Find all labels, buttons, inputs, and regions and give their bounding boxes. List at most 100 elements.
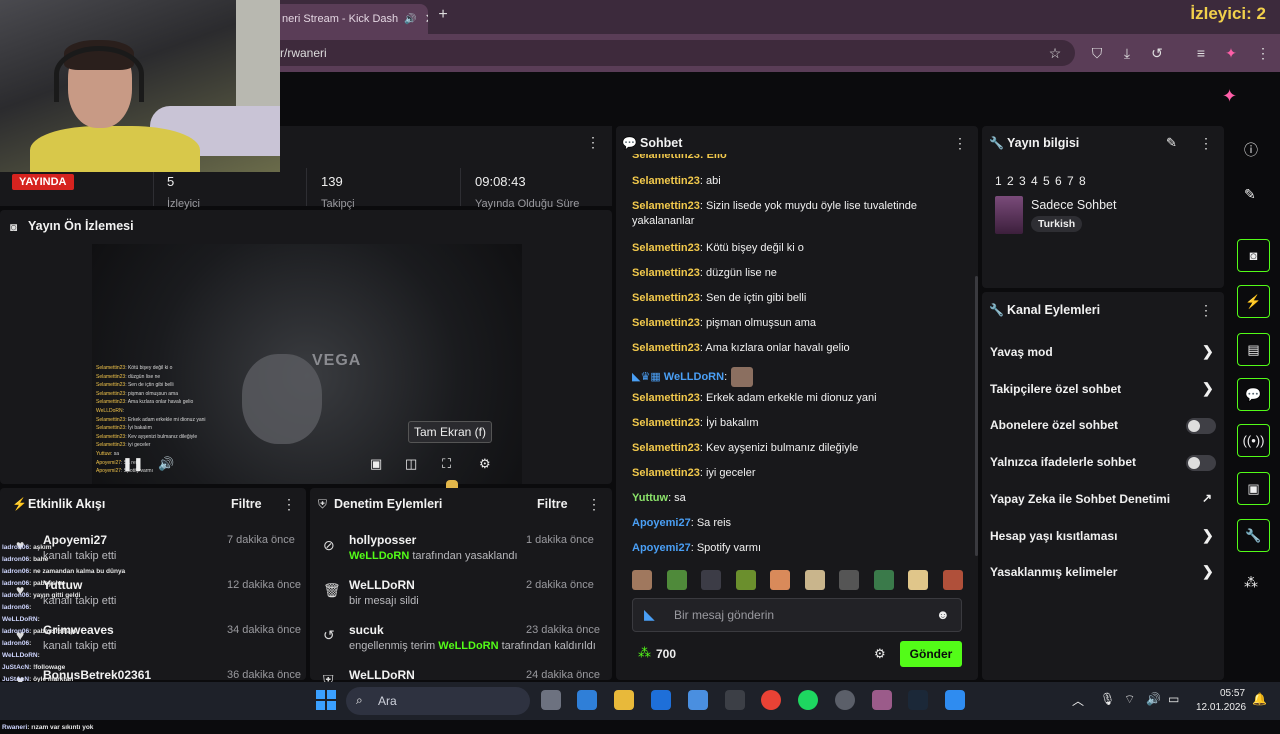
moderation-event-name[interactable]: hollyposser <box>349 533 416 547</box>
chrome-icon[interactable] <box>761 690 781 710</box>
task-view-icon[interactable] <box>541 690 561 710</box>
chat-username[interactable]: Selamettin23 <box>632 317 700 329</box>
user-avatar-icon[interactable]: ✦ <box>1222 86 1237 107</box>
emote-icon[interactable] <box>908 570 928 590</box>
channel-action-label[interactable]: Yasaklanmış kelimeler <box>990 565 1117 579</box>
chevron-right-icon[interactable]: ❯ <box>1202 563 1214 580</box>
chat-scrollbar[interactable] <box>975 276 978 556</box>
chat-username[interactable]: Selamettin23 <box>632 467 700 479</box>
chat-username[interactable]: Apoyemi27 <box>632 542 691 554</box>
browser-tab[interactable]: neri Stream - Kick Dash 🔊 ✕ <box>268 4 428 34</box>
fullscreen-icon[interactable]: ⛶ <box>442 456 451 472</box>
layout-toggle-icon[interactable]: ▣ <box>1237 472 1270 505</box>
toggle-switch[interactable] <box>1186 418 1216 434</box>
obs-icon[interactable] <box>835 690 855 710</box>
apps-icon[interactable]: ⁂ <box>1244 574 1258 591</box>
toggle-switch[interactable] <box>1186 455 1216 471</box>
info-icon[interactable]: ⓘ <box>1244 140 1258 160</box>
chat-username[interactable]: Apoyemi27 <box>632 517 691 529</box>
battery-icon[interactable]: ▭ <box>1168 692 1179 706</box>
spotify-icon[interactable] <box>798 690 818 710</box>
windows-start-icon[interactable] <box>316 690 336 710</box>
emoji-picker-icon[interactable]: ☻ <box>936 607 950 622</box>
speaker-icon[interactable]: 🔊 <box>404 14 416 25</box>
profile-avatar-icon[interactable]: ✦ <box>1222 44 1240 62</box>
chevron-right-icon[interactable]: ❯ <box>1202 527 1214 544</box>
notes-toggle-icon[interactable]: ▤ <box>1237 333 1270 366</box>
steam-icon[interactable] <box>908 690 928 710</box>
chat-username[interactable]: Selamettin23 <box>632 392 700 404</box>
activity-menu-icon[interactable]: ⋮ <box>282 496 296 513</box>
stats-menu-icon[interactable]: ⋮ <box>586 134 600 151</box>
channel-action-label[interactable]: Yalnızca ifadelerle sohbet <box>990 455 1136 469</box>
taskbar-search-text[interactable]: Ara <box>378 694 397 708</box>
channel-action-label[interactable]: Takipçilere özel sohbet <box>990 382 1121 396</box>
bookmark-star-icon[interactable]: ☆ <box>1046 44 1064 62</box>
emote-icon[interactable] <box>873 570 894 590</box>
download-icon[interactable]: ⤓ <box>1118 44 1136 62</box>
chat-username[interactable]: Selamettin23 <box>632 267 700 279</box>
chevron-right-icon[interactable]: ❯ <box>1202 380 1214 397</box>
stream-info-menu-icon[interactable]: ⋮ <box>1199 135 1213 152</box>
chat-toggle-icon[interactable]: 💬 <box>1237 378 1270 411</box>
tools-toggle-icon[interactable]: 🔧 <box>1237 519 1270 552</box>
emote-icon[interactable] <box>701 570 721 590</box>
outlook-icon[interactable] <box>577 690 597 710</box>
tray-chevron-icon[interactable]: ︿ <box>1072 692 1084 709</box>
external-link-icon[interactable]: ↗ <box>1202 491 1212 505</box>
emote-icon[interactable] <box>632 570 652 590</box>
chrome-profile-icon[interactable] <box>872 690 892 710</box>
preview-toggle-icon[interactable]: ◙ <box>1237 239 1270 272</box>
chat-username[interactable]: Selamettin23 <box>632 342 700 354</box>
chat-username[interactable]: Selamettin23 <box>632 200 700 212</box>
notification-icon[interactable]: 🔔 <box>1252 692 1267 706</box>
emote-icon[interactable] <box>942 570 963 590</box>
volume-icon[interactable]: 🔊 <box>158 456 174 472</box>
moderation-menu-icon[interactable]: ⋮ <box>587 496 601 513</box>
chat-username[interactable]: Selamettin23 <box>632 175 700 187</box>
moderation-filter-button[interactable]: Filtre <box>537 497 568 511</box>
settings-icon[interactable]: ⚙ <box>479 456 491 472</box>
file-explorer-icon[interactable] <box>614 690 634 710</box>
taskbar-search[interactable] <box>346 687 530 715</box>
taskbar-date[interactable]: 12.01.2026 <box>1196 702 1246 713</box>
send-button[interactable]: Gönder <box>900 641 962 667</box>
chat-settings-icon[interactable]: ⚙ <box>874 646 886 662</box>
activity-toggle-icon[interactable]: ⚡ <box>1237 285 1270 318</box>
moderation-event-name[interactable]: WeLLDoRN <box>349 578 415 592</box>
moderation-event-name[interactable]: sucuk <box>349 623 384 637</box>
microphone-icon[interactable]: 🎙 <box>1100 692 1115 706</box>
wifi-icon[interactable]: ⌔ <box>1124 692 1135 707</box>
store-icon[interactable] <box>688 690 708 710</box>
emote-icon[interactable] <box>804 570 825 590</box>
edit-pencil-icon[interactable]: ✎ <box>1166 135 1177 151</box>
chat-input-placeholder[interactable]: Bir mesaj gönderin <box>674 608 774 622</box>
moderator-name[interactable]: WeLLDoRN <box>438 640 498 652</box>
channel-action-label[interactable]: Yapay Zeka ile Sohbet Denetimi <box>990 492 1170 506</box>
theater-mode-icon[interactable]: ▣ <box>370 456 382 472</box>
moderator-name[interactable]: WeLLDoRN <box>349 550 409 562</box>
chat-username[interactable]: Selamettin23 <box>632 292 700 304</box>
browser-menu-icon[interactable]: ⋮ <box>1254 44 1272 62</box>
emote-icon[interactable] <box>770 570 790 590</box>
activity-filter-button[interactable]: Filtre <box>231 497 262 511</box>
chat-username[interactable]: Selamettin23 <box>632 442 700 454</box>
url-box[interactable] <box>255 40 1075 66</box>
taskbar-time[interactable]: 05:57 <box>1220 688 1245 699</box>
media-control-icon[interactable]: ≡ <box>1192 44 1210 62</box>
azure-icon[interactable] <box>651 690 671 710</box>
volume-tray-icon[interactable]: 🔊 <box>1146 692 1161 706</box>
emote-icon[interactable] <box>735 570 756 590</box>
channel-points[interactable]: 700 <box>656 647 676 661</box>
new-tab-icon[interactable]: + <box>434 6 452 28</box>
pause-icon[interactable]: ❚❚ <box>122 456 144 472</box>
mini-player-icon[interactable]: ◫ <box>405 456 417 472</box>
chat-username[interactable]: Selamettin23 <box>632 417 700 429</box>
app-icon[interactable] <box>725 690 745 710</box>
channel-action-label[interactable]: Hesap yaşı kısıtlaması <box>990 529 1117 543</box>
incognito-icon[interactable]: ⛉ <box>1088 44 1106 62</box>
emote-icon[interactable] <box>666 570 687 590</box>
chat-username[interactable]: Selamettin23 <box>632 242 700 254</box>
chat-menu-icon[interactable]: ⋮ <box>953 135 967 152</box>
channel-action-label[interactable]: Yavaş mod <box>990 345 1053 359</box>
